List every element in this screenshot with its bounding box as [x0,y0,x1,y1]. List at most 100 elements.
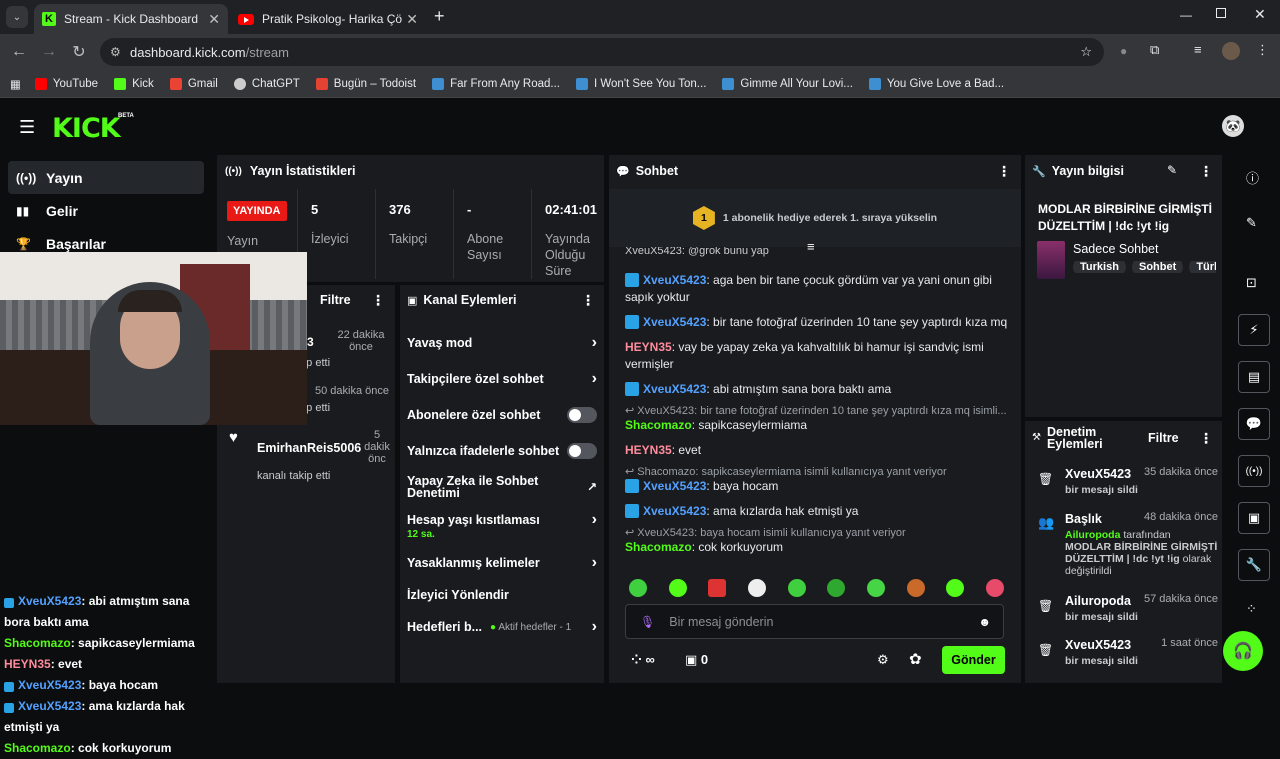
tab-kick-dashboard[interactable]: K Stream - Kick Dashboard ✕ [34,4,228,34]
gift-display[interactable]: ▣ 0 [685,652,708,668]
account-age-item[interactable]: Hesap yaşı kısıtlaması › 12 sa. [407,505,597,545]
bookmark-gmail[interactable]: Gmail [169,77,218,90]
bookmark-kick[interactable]: Kick [114,77,154,90]
layout-icon[interactable]: ▣ [1238,502,1270,534]
edit-pencil-icon[interactable]: ✎ [1167,163,1177,177]
broadcast-icon[interactable]: ((•)) [1238,455,1270,487]
tag-chip[interactable]: Türk [1189,261,1216,273]
bookmark-song-1[interactable]: Far From Any Road... [432,77,560,90]
broadcast-icon: ((•)) [16,170,37,185]
extensions-puzzle-icon[interactable]: ⧉ [1150,42,1159,58]
tab-youtube[interactable]: Pratik Psikolog- Harika Çözüm ✕ [230,4,426,34]
trash-icon: 🗑 [1038,599,1054,613]
points-display[interactable]: ⁘ ∞ [631,652,655,668]
user-avatar[interactable]: 🐼 [1222,115,1244,137]
emoji-icon[interactable]: ☻ [978,615,991,629]
hamburger-menu-icon[interactable]: ☰ [19,117,35,138]
emote-icon[interactable] [946,579,965,597]
maximize-button[interactable] [1216,8,1226,18]
close-icon[interactable]: ✕ [208,11,220,28]
notes-icon[interactable]: ▤ [1238,361,1270,393]
kick-logo[interactable]: KICK [52,113,121,144]
new-tab-button[interactable]: + [434,6,445,27]
edit-icon[interactable]: ✎ [1246,215,1257,231]
emote-icon[interactable] [668,579,687,597]
beta-label: BETA [118,113,134,119]
bookmark-chatgpt[interactable]: ChatGPT [233,77,300,90]
sidebar-item-gelir[interactable]: ▮▮ Gelir [0,194,212,227]
followers-only-item[interactable]: Takipçilere özel sohbet › [407,361,597,397]
media-control-icon[interactable]: ≡ [1194,42,1202,57]
more-options-icon[interactable]: ⋮ [581,292,595,309]
reload-icon[interactable]: ↻ [64,42,94,62]
wrench-icon[interactable]: 🔧 [1238,549,1270,581]
emote-icon[interactable] [866,579,885,597]
close-icon[interactable]: ✕ [406,11,418,28]
info-icon[interactable]: ⓘ [1246,168,1259,187]
url-field[interactable]: ⚙ dashboard.kick.com/stream ☆ [100,38,1104,66]
more-options-icon[interactable]: ⋮ [1199,430,1213,447]
bookmark-youtube[interactable]: YouTube [34,77,98,90]
support-headset-icon[interactable]: 🎧 [1223,631,1263,671]
send-button[interactable]: Gönder [942,646,1005,674]
more-options-icon[interactable]: ⋮ [997,163,1011,180]
banned-words-item[interactable]: Yasaklanmış kelimeler › [407,545,597,581]
slow-mode-item[interactable]: Yavaş mod › [407,325,597,361]
emote-icon[interactable] [827,579,846,597]
follower-name[interactable]: EmirhanReis5006 [257,441,361,455]
back-icon[interactable]: ← [4,43,34,61]
goals-item[interactable]: Hedefleri b... ● Aktif hedefler - 1 › [407,609,597,645]
emote-icon[interactable] [629,579,647,597]
tag-list: Turkish Sohbet Türk [1073,261,1216,273]
apps-grid-icon[interactable]: ▦ [10,77,21,91]
chat-bubble-icon[interactable]: 💬 [1238,408,1270,440]
emote-icon[interactable] [708,579,727,597]
tab-search-button[interactable]: ⌄ [6,6,28,28]
subscribers-only-toggle[interactable] [567,407,597,423]
emote-icon[interactable] [985,579,1004,597]
more-options-icon[interactable]: ⋮ [1199,163,1213,180]
close-window-button[interactable]: ✕ [1254,6,1266,23]
extension-icon[interactable]: ● [1120,44,1127,58]
emote-icon[interactable] [747,579,766,597]
tag-chip[interactable]: Turkish [1073,261,1126,273]
chat-message: XveuX5423: ama kızlarda hak etmişti ya [625,503,1010,520]
external-link-icon: ↗ [586,480,597,494]
bookmark-song-2[interactable]: I Won't See You Ton... [576,77,706,90]
share-icon[interactable]: ⁘ [1246,601,1257,617]
tag-chip[interactable]: Sohbet [1131,261,1184,273]
category-name[interactable]: Sadece Sohbet [1073,242,1159,256]
emote-icon[interactable] [906,579,925,597]
bookmark-song-3[interactable]: Gimme All Your Lovi... [722,77,853,90]
bookmark-song-4[interactable]: You Give Love a Bad... [868,77,1004,90]
emote-icon[interactable] [787,579,806,597]
address-bar-row: ← → ↻ ⚙ dashboard.kick.com/stream ☆ ● ⧉ … [0,34,1280,70]
chat-input[interactable]: 🎙 Bir mesaj gönderin ☻ [625,604,1004,639]
bookmark-star-icon[interactable]: ☆ [1080,44,1092,60]
forward-icon[interactable]: → [34,43,64,61]
emotes-only-toggle[interactable] [567,443,597,459]
bookmark-todoist[interactable]: Bugün – Todoist [315,77,416,90]
chevron-right-icon: › [591,554,597,571]
sidebar-item-yayin[interactable]: ((•)) Yayın [8,161,204,194]
right-toolbar: ⓘ ✎ ⊡ ⚡ ▤ 💬 ((•)) ▣ 🔧 ⁘ 🎧 [1223,155,1280,683]
minimize-button[interactable]: — [1180,8,1192,22]
chat-panel: 💬 Sohbet ⋮ 1 1 abonelik hediye ederek 1. … [609,155,1021,683]
ai-moderation-item[interactable]: Yapay Zeka ile Sohbet Denetimi ↗ [407,469,597,505]
live-badge: YAYINDA [227,201,287,221]
flash-icon[interactable]: ⚡ [1238,314,1270,346]
gift-promo-banner[interactable]: 1 1 abonelik hediye ederek 1. sıraya yük… [609,189,1021,247]
crop-icon[interactable]: ⊡ [1246,275,1257,291]
redirect-viewers-item[interactable]: İzleyici Yönlendir [407,581,597,609]
filter-button[interactable]: Filtre [320,293,351,307]
chat-message: HEYN35: vay be yapay zeka ya kahvaltılık… [625,340,984,371]
profile-avatar[interactable] [1222,42,1240,60]
more-options-icon[interactable]: ⋮ [371,292,385,309]
microphone-icon[interactable]: 🎙 [640,615,655,629]
settings-gear-icon[interactable]: ⚙ [877,652,889,668]
site-info-icon[interactable]: ⚙ [110,45,121,59]
chart-icon: ▮▮ [16,203,30,218]
puzzle-icon[interactable]: ✿ [909,650,922,668]
filter-button[interactable]: Filtre [1148,431,1179,445]
browser-menu-icon[interactable]: ⋮ [1256,42,1269,58]
